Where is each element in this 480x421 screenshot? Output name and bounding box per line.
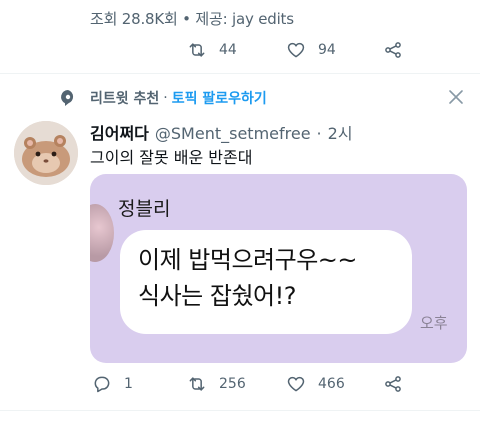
retweet-count: 256 <box>219 376 246 392</box>
previous-tweet-actions: 44 94 <box>0 40 480 64</box>
chat-bubble-line: 이제 밥먹으려구우~~ <box>138 246 358 274</box>
chat-bubble-line: 식사는 잡쉈어!? <box>138 282 296 310</box>
promo-separator: · <box>163 90 168 106</box>
share-button[interactable] <box>383 374 403 394</box>
retweet-icon <box>189 377 205 391</box>
share-icon <box>385 42 401 58</box>
handle[interactable]: @SMent_setmefree <box>155 124 311 143</box>
follow-topic-link[interactable]: 토픽 팔로우하기 <box>172 88 267 108</box>
chat-time: 오후 <box>420 314 448 332</box>
reply-count: 1 <box>124 376 133 392</box>
view-count: 조회 28.8K회 • 제공: jay edits <box>90 10 294 28</box>
header-separator: · <box>316 124 322 143</box>
retweet-count: 44 <box>219 42 237 58</box>
retweet-icon <box>189 43 205 57</box>
tweet-actions: 1 256 466 <box>0 374 480 398</box>
like-count: 466 <box>318 376 345 392</box>
like-button[interactable]: 94 <box>286 40 336 60</box>
heart-icon <box>287 42 305 58</box>
tweet-divider <box>0 410 480 411</box>
like-count: 94 <box>318 42 336 58</box>
retweet-button[interactable]: 256 <box>187 374 246 394</box>
avatar[interactable] <box>14 121 78 185</box>
close-icon[interactable] <box>447 88 465 106</box>
chat-bubble: 이제 밥먹으려구우~~ 식사는 잡쉈어!? <box>120 230 412 334</box>
reply-button[interactable]: 1 <box>92 374 133 394</box>
reply-icon <box>94 376 110 393</box>
like-button[interactable]: 466 <box>286 374 345 394</box>
retweet-button[interactable]: 44 <box>187 40 237 60</box>
tweet-text: 그이의 잘못 배운 반존대 <box>90 148 253 167</box>
promo-label: 리트윗 추천 <box>90 91 160 107</box>
heart-icon <box>287 376 305 392</box>
topic-bubble-icon <box>61 90 74 106</box>
share-button[interactable] <box>383 40 403 60</box>
tweet-media[interactable]: 정블리 이제 밥먹으려구우~~ 식사는 잡쉈어!? 오후 <box>90 174 467 363</box>
timestamp[interactable]: 2시 <box>328 120 353 144</box>
hamster-avatar-image <box>14 121 78 185</box>
display-name[interactable]: 김어쩌다 <box>90 120 149 144</box>
tweet-header: 김어쩌다 @SMent_setmefree · 2시 <box>90 120 353 144</box>
promo-row: 리트윗 추천 · 토픽 팔로우하기 <box>60 88 267 108</box>
tweet-divider <box>0 73 480 74</box>
chat-avatar <box>90 204 114 262</box>
chat-sender-name: 정블리 <box>118 198 171 220</box>
share-icon <box>385 376 401 392</box>
